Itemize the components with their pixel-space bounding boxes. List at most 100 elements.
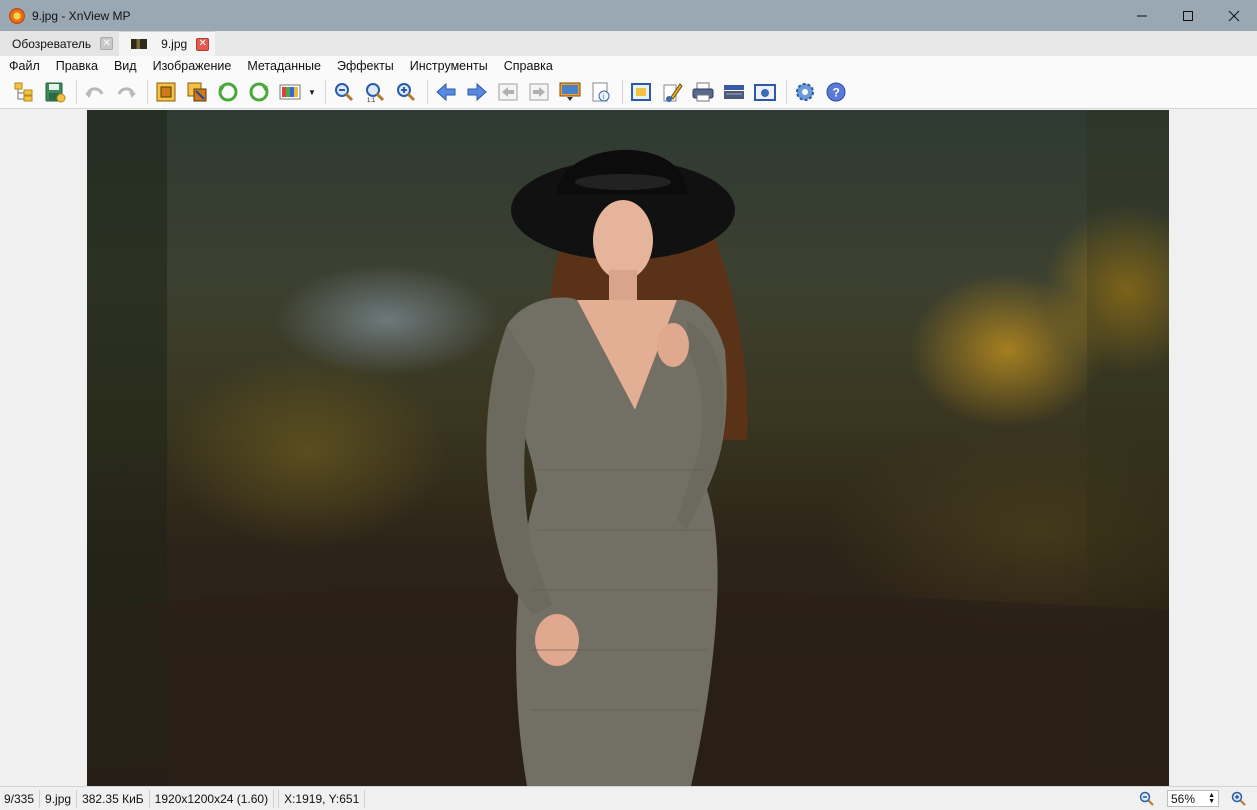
edit-button[interactable] — [658, 78, 686, 106]
menu-file[interactable]: Файл — [0, 59, 48, 73]
svg-text:?: ? — [833, 86, 840, 100]
crop-button[interactable] — [152, 78, 180, 106]
image-dimensions: 1920x1200x24 (1.60) — [150, 789, 275, 808]
title-bar: 9.jpg - XnView MP — [0, 0, 1257, 31]
menu-view[interactable]: Вид — [106, 59, 145, 73]
toolbar-separator — [622, 80, 623, 104]
tab-label: Обозреватель — [12, 36, 92, 51]
slideshow-icon — [559, 82, 581, 101]
status-bar: 9/335 9.jpg 382.35 КиБ 1920x1200x24 (1.6… — [0, 786, 1257, 810]
scanner-button[interactable] — [720, 78, 748, 106]
window-title: 9.jpg - XnView MP — [32, 8, 131, 23]
screenshot-icon — [754, 84, 776, 101]
save-icon — [45, 82, 66, 103]
next-button[interactable] — [463, 78, 491, 106]
scanner-icon — [724, 85, 744, 99]
tab-label: 9.jpg — [161, 37, 188, 51]
screenshot-button[interactable] — [751, 78, 779, 106]
rotate-right-button[interactable] — [245, 78, 273, 106]
minimize-icon — [1137, 15, 1147, 16]
fullscreen-icon — [631, 83, 651, 101]
minimize-button[interactable] — [1119, 0, 1165, 31]
xnview-app-icon[interactable] — [9, 7, 25, 24]
zoom-out-icon[interactable] — [1139, 791, 1155, 807]
close-button[interactable] — [1211, 0, 1257, 31]
maximize-icon — [1183, 10, 1193, 21]
zoom-in-icon[interactable] — [1231, 791, 1247, 807]
zoom-in-button[interactable] — [392, 78, 420, 106]
file-name: 9.jpg — [40, 789, 78, 808]
displayed-photo[interactable] — [87, 110, 1169, 786]
info-button[interactable]: i — [587, 78, 615, 106]
toolbar-separator — [325, 80, 326, 104]
previous-button[interactable] — [432, 78, 460, 106]
tab-image[interactable]: 9.jpg ✕ — [119, 31, 216, 56]
close-icon — [1228, 10, 1240, 21]
zoom-in-icon — [397, 83, 416, 102]
redo-icon — [117, 87, 136, 98]
fullscreen-button[interactable] — [627, 78, 655, 106]
menu-effects[interactable]: Эффекты — [329, 59, 402, 73]
last-button[interactable] — [525, 78, 553, 106]
print-button[interactable] — [689, 78, 717, 106]
rotate-left-button[interactable] — [214, 78, 242, 106]
zoom-spinner-icon[interactable]: ▲ ▼ — [1208, 792, 1215, 805]
toolbar: ▼ 1:1 i ? — [0, 76, 1257, 109]
zoom-actual-button[interactable]: 1:1 — [361, 78, 389, 106]
zoom-fit-icon: 1:1 — [366, 83, 385, 103]
previous-icon — [436, 82, 456, 102]
crop-icon — [156, 82, 176, 102]
menu-metadata[interactable]: Метаданные — [239, 59, 329, 73]
menu-edit[interactable]: Правка — [48, 59, 106, 73]
image-thumbnail-icon — [131, 39, 148, 49]
rotate-left-icon — [218, 82, 238, 102]
edit-icon — [663, 83, 683, 102]
zoom-value: 56% — [1171, 791, 1196, 806]
color-adjust-dropdown-icon[interactable]: ▼ — [307, 78, 317, 106]
window-controls — [1119, 0, 1257, 31]
toolbar-separator — [76, 80, 77, 104]
open-browser-button[interactable] — [10, 78, 38, 106]
tab-close-icon[interactable]: ✕ — [100, 37, 114, 50]
help-icon: ? — [826, 82, 846, 102]
maximize-button[interactable] — [1165, 0, 1211, 31]
menu-bar: Файл Правка Вид Изображение Метаданные Э… — [0, 56, 1257, 76]
menu-image[interactable]: Изображение — [145, 59, 240, 73]
next-icon — [467, 82, 487, 102]
photo-illustration — [87, 110, 1169, 786]
resize-button[interactable] — [183, 78, 211, 106]
image-index: 9/335 — [0, 789, 41, 808]
undo-button[interactable] — [81, 78, 109, 106]
svg-text:1:1: 1:1 — [367, 98, 376, 103]
tab-bar: Обозреватель ✕ 9.jpg ✕ — [0, 31, 1257, 56]
tab-close-icon[interactable]: ✕ — [196, 37, 210, 51]
tab-browser[interactable]: Обозреватель ✕ — [0, 31, 120, 56]
help-button[interactable]: ? — [822, 78, 850, 106]
zoom-out-button[interactable] — [330, 78, 358, 106]
redo-button[interactable] — [112, 78, 140, 106]
print-icon — [692, 82, 714, 102]
slideshow-button[interactable] — [556, 78, 584, 106]
first-icon — [498, 83, 518, 101]
first-button[interactable] — [494, 78, 522, 106]
open-browser-icon — [14, 82, 33, 102]
toolbar-separator — [147, 80, 148, 104]
file-size: 382.35 КиБ — [77, 789, 150, 808]
zoom-controls: 56% ▲ ▼ — [1139, 790, 1247, 807]
save-button[interactable] — [41, 78, 69, 106]
color-adjust-icon — [279, 84, 301, 100]
last-icon — [529, 83, 549, 101]
toolbar-separator — [786, 80, 787, 104]
settings-button[interactable] — [791, 78, 819, 106]
toolbar-separator — [427, 80, 428, 104]
settings-icon — [796, 83, 814, 101]
image-viewer[interactable] — [0, 110, 1257, 786]
zoom-out-icon — [335, 83, 354, 102]
zoom-level-input[interactable]: 56% ▲ ▼ — [1167, 790, 1219, 807]
resize-icon — [187, 82, 207, 102]
color-adjust-button[interactable] — [276, 78, 304, 106]
info-icon: i — [592, 82, 610, 102]
menu-tools[interactable]: Инструменты — [402, 59, 496, 73]
rotate-right-icon — [249, 82, 269, 102]
menu-help[interactable]: Справка — [496, 59, 561, 73]
